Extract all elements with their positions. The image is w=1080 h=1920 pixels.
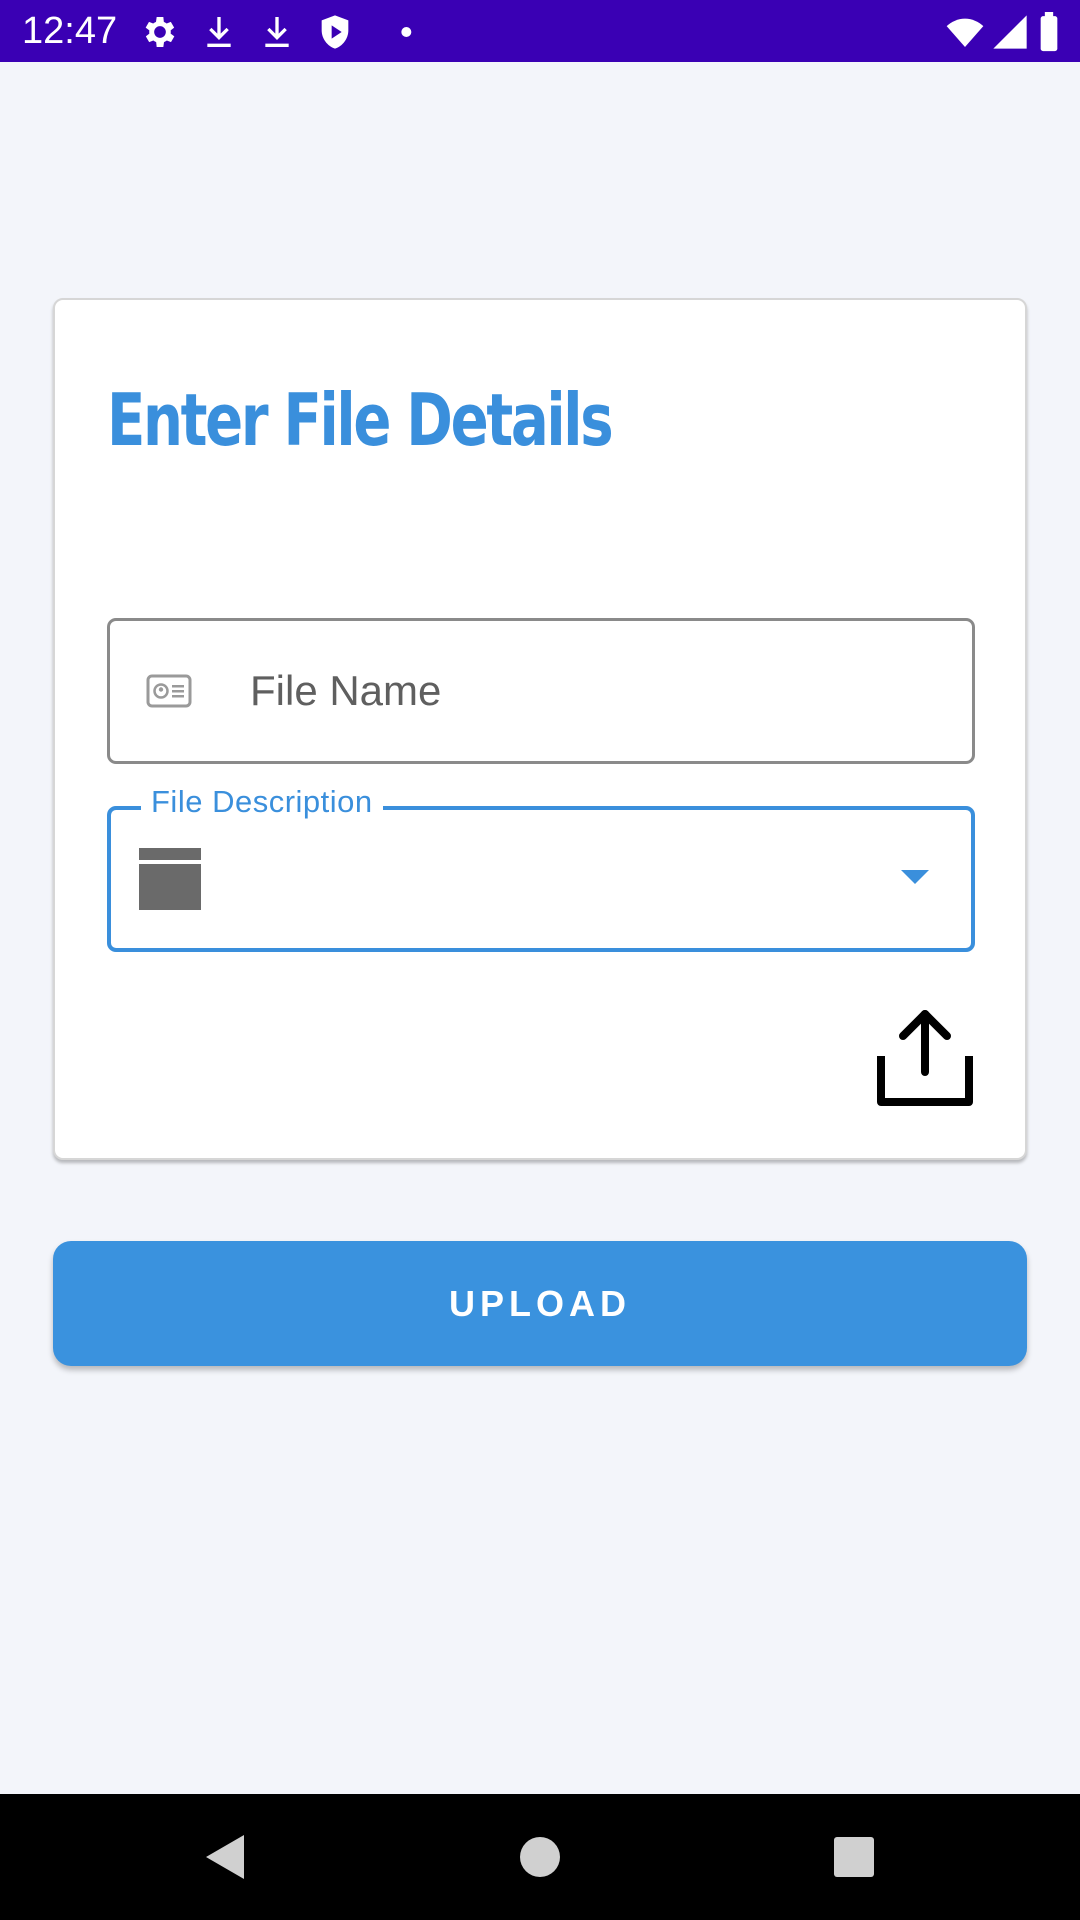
card-title: Enter File Details <box>107 378 614 462</box>
window-icon <box>139 848 201 910</box>
navigation-bar <box>0 1794 1080 1920</box>
file-name-input[interactable] <box>250 661 930 721</box>
recents-icon[interactable] <box>828 1831 880 1883</box>
download-icon <box>257 12 297 52</box>
back-icon[interactable] <box>200 1831 252 1883</box>
signal-icon <box>990 12 1030 52</box>
dot-icon <box>373 12 413 52</box>
id-card-icon <box>146 674 192 708</box>
status-bar: 12:47 <box>0 0 1080 62</box>
file-details-card: Enter File Details File Description <box>53 298 1027 1160</box>
share-icon[interactable] <box>873 1006 977 1110</box>
upload-button[interactable]: UPLOAD <box>53 1241 1027 1366</box>
battery-icon <box>1036 12 1062 52</box>
dropdown-arrow-icon[interactable] <box>901 870 929 884</box>
download-icon <box>199 12 239 52</box>
file-name-field[interactable] <box>107 618 975 764</box>
wifi-icon <box>942 12 988 52</box>
shield-play-icon <box>315 12 355 52</box>
home-icon[interactable] <box>514 1831 566 1883</box>
file-description-label: File Description <box>141 782 383 822</box>
status-time: 12:47 <box>22 10 118 52</box>
file-description-dropdown[interactable]: File Description <box>107 782 975 952</box>
gear-icon <box>140 12 180 52</box>
